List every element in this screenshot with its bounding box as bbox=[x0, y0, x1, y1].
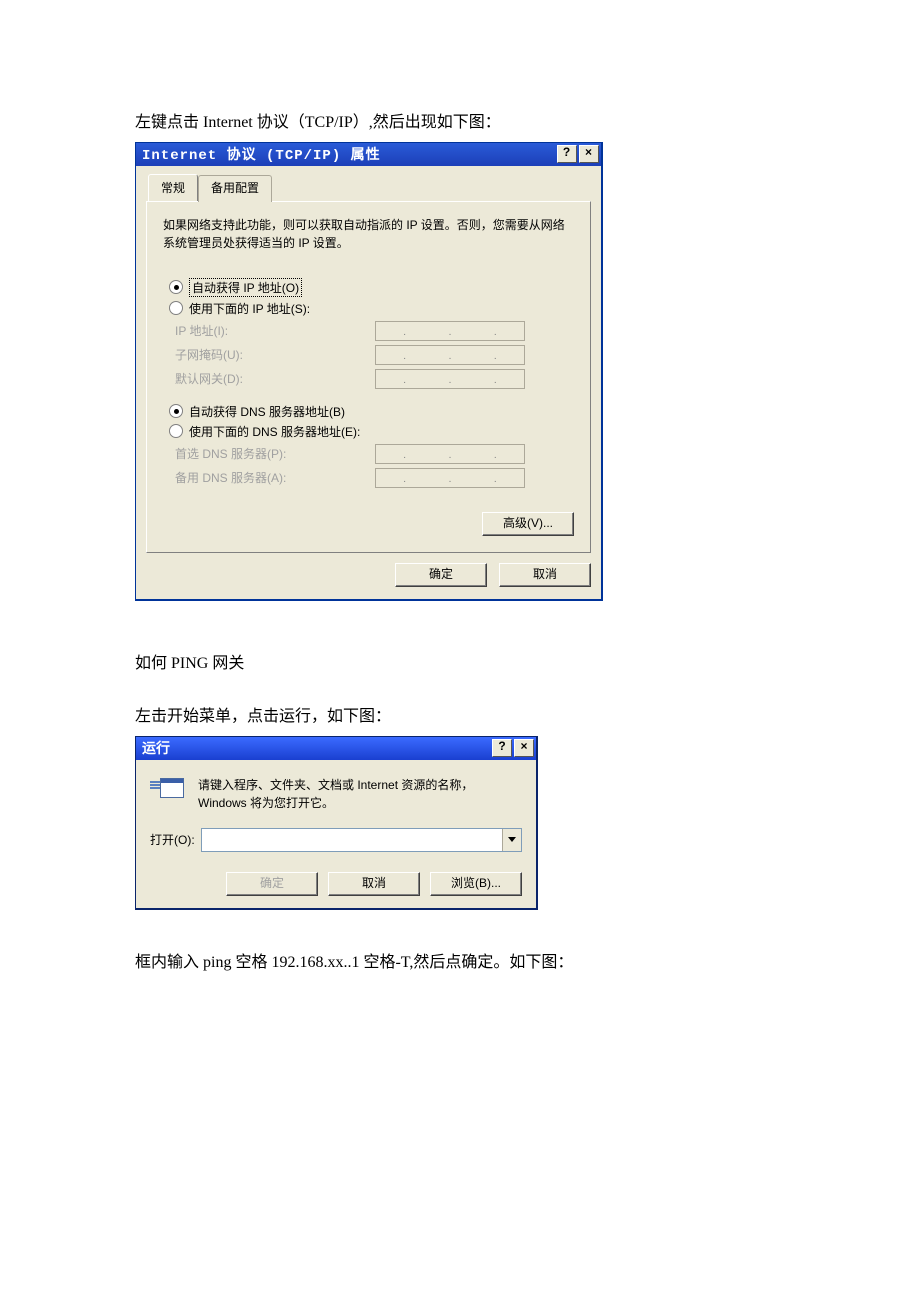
tcpip-properties-dialog: Internet 协议 (TCP/IP) 属性 ? × 常规 备用配置 如果网络… bbox=[135, 142, 603, 601]
run-dialog: 运行 ? × 请键入程序、文件夹、文档或 Internet 资源的名称，Wind… bbox=[135, 736, 538, 910]
input-dns-secondary[interactable]: ... bbox=[375, 468, 525, 488]
run-titlebar[interactable]: 运行 ? × bbox=[136, 737, 536, 760]
input-dns-primary[interactable]: ... bbox=[375, 444, 525, 464]
run-help-text: 请键入程序、文件夹、文档或 Internet 资源的名称，Windows 将为您… bbox=[198, 776, 522, 812]
radio-auto-dns-label: 自动获得 DNS 服务器地址(B) bbox=[189, 403, 345, 420]
run-title: 运行 bbox=[142, 738, 490, 758]
radio-auto-ip[interactable]: 自动获得 IP 地址(O) bbox=[169, 278, 574, 297]
tabstrip: 常规 备用配置 bbox=[136, 166, 601, 201]
chevron-down-icon[interactable] bbox=[502, 829, 521, 851]
open-input[interactable] bbox=[202, 829, 502, 851]
help-icon[interactable]: ? bbox=[492, 739, 512, 757]
input-ip[interactable]: ... bbox=[375, 321, 525, 341]
tab-panel-general: 如果网络支持此功能，则可以获取自动指派的 IP 设置。否则，您需要从网络系统管理… bbox=[146, 201, 591, 553]
radio-icon bbox=[169, 424, 183, 438]
input-mask[interactable]: ... bbox=[375, 345, 525, 365]
label-dns-secondary: 备用 DNS 服务器(A): bbox=[163, 469, 375, 486]
close-icon[interactable]: × bbox=[579, 145, 599, 163]
tcpip-help-text: 如果网络支持此功能，则可以获取自动指派的 IP 设置。否则，您需要从网络系统管理… bbox=[163, 216, 574, 252]
help-icon[interactable]: ? bbox=[557, 145, 577, 163]
ip-fields: IP 地址(I): ... 子网掩码(U): ... 默认网关(D): ... bbox=[163, 321, 574, 389]
radio-icon bbox=[169, 280, 183, 294]
input-gateway[interactable]: ... bbox=[375, 369, 525, 389]
cancel-button[interactable]: 取消 bbox=[499, 563, 591, 587]
advanced-button[interactable]: 高级(V)... bbox=[482, 512, 574, 536]
label-dns-primary: 首选 DNS 服务器(P): bbox=[163, 445, 375, 462]
label-mask: 子网掩码(U): bbox=[163, 346, 375, 363]
open-label: 打开(O): bbox=[150, 831, 195, 848]
tab-general[interactable]: 常规 bbox=[148, 174, 198, 201]
label-gateway: 默认网关(D): bbox=[163, 370, 375, 387]
section2b-text: 左击开始菜单，点击运行，如下图： bbox=[135, 704, 785, 730]
radio-use-ip[interactable]: 使用下面的 IP 地址(S): bbox=[169, 300, 574, 317]
radio-use-dns[interactable]: 使用下面的 DNS 服务器地址(E): bbox=[169, 423, 574, 440]
radio-icon bbox=[169, 404, 183, 418]
open-combobox[interactable] bbox=[201, 828, 522, 852]
radio-icon bbox=[169, 301, 183, 315]
radio-auto-ip-label: 自动获得 IP 地址(O) bbox=[189, 278, 302, 297]
label-ip: IP 地址(I): bbox=[163, 322, 375, 339]
tcpip-title: Internet 协议 (TCP/IP) 属性 bbox=[142, 144, 555, 164]
intro-text: 左键点击 Internet 协议（TCP/IP）,然后出现如下图： bbox=[135, 110, 785, 136]
close-icon[interactable]: × bbox=[514, 739, 534, 757]
tcpip-titlebar[interactable]: Internet 协议 (TCP/IP) 属性 ? × bbox=[136, 143, 601, 166]
run-icon bbox=[150, 776, 184, 802]
cancel-button[interactable]: 取消 bbox=[328, 872, 420, 896]
radio-auto-dns[interactable]: 自动获得 DNS 服务器地址(B) bbox=[169, 403, 574, 420]
dns-fields: 首选 DNS 服务器(P): ... 备用 DNS 服务器(A): ... bbox=[163, 444, 574, 488]
outro-text: 框内输入 ping 空格 192.168.xx..1 空格-T,然后点确定。如下… bbox=[135, 950, 785, 976]
radio-use-ip-label: 使用下面的 IP 地址(S): bbox=[189, 300, 310, 317]
tab-alternate[interactable]: 备用配置 bbox=[198, 175, 272, 202]
radio-use-dns-label: 使用下面的 DNS 服务器地址(E): bbox=[189, 423, 360, 440]
section2-heading: 如何 PING 网关 bbox=[135, 651, 785, 677]
ok-button[interactable]: 确定 bbox=[226, 872, 318, 896]
browse-button[interactable]: 浏览(B)... bbox=[430, 872, 522, 896]
ok-button[interactable]: 确定 bbox=[395, 563, 487, 587]
